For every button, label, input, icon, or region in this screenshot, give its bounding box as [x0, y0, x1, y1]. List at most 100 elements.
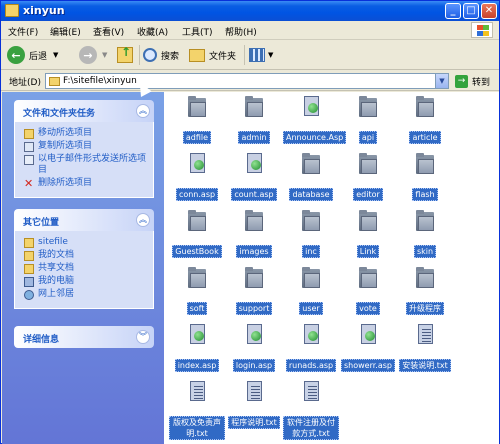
file-item[interactable]: 软件注册及付款方式.txt	[283, 381, 339, 440]
folder-item[interactable]: images	[226, 210, 282, 258]
file-item[interactable]: conn.asp	[169, 153, 225, 201]
menu-bar: 文件(F) 编辑(E) 查看(V) 收藏(A) 工具(T) 帮助(H)	[1, 21, 499, 40]
folder-item[interactable]: database	[283, 153, 339, 201]
folder-icon	[301, 267, 321, 289]
menu-view[interactable]: 查看(V)	[93, 25, 124, 38]
file-view[interactable]: adfile admin Announce.Asp api article conn.as…	[164, 92, 499, 444]
place-label: 我的电脑	[38, 276, 75, 286]
place-network[interactable]: 网上邻居	[24, 289, 153, 300]
file-item[interactable]: 版权及免责声明.txt	[169, 381, 225, 440]
file-item[interactable]: runads.asp	[283, 324, 339, 372]
file-item[interactable]: showerr.asp	[340, 324, 396, 372]
other-places-body: sitefile 我的文档 共享文档 我的电脑 网上邻居	[14, 231, 154, 309]
file-name-label: GuestBook	[172, 245, 222, 258]
file-item[interactable]: count.asp	[226, 153, 282, 201]
folder-item[interactable]: user	[283, 267, 339, 315]
file-name-label: inc	[302, 245, 320, 258]
folder-icon	[5, 4, 19, 17]
search-button[interactable]: 搜索	[143, 44, 179, 66]
folder-item[interactable]: inc	[283, 210, 339, 258]
file-item[interactable]: Announce.Asp	[283, 96, 347, 144]
folder-icon	[358, 153, 378, 175]
back-button[interactable]: ← 后退 ▼	[7, 44, 58, 66]
file-name-label: article	[409, 131, 441, 144]
folder-icon	[358, 96, 378, 118]
folder-item[interactable]: skin	[397, 210, 453, 258]
chevron-down-icon: ▼	[102, 51, 108, 59]
folder-icon	[187, 267, 207, 289]
place-sitefile[interactable]: sitefile	[24, 237, 153, 248]
file-item[interactable]: 程序说明.txt	[226, 381, 282, 429]
task-delete[interactable]: ✕ 删除所选项目	[24, 178, 153, 189]
minimize-button[interactable]: _	[445, 3, 461, 19]
task-email[interactable]: 以电子邮件形式发送所选项目	[24, 154, 153, 176]
menu-file[interactable]: 文件(F)	[8, 25, 38, 38]
expand-icon[interactable]: ︾	[136, 330, 150, 344]
folder-icon	[244, 267, 264, 289]
file-item[interactable]: 安装说明.txt	[397, 324, 453, 372]
file-name-label: images	[236, 245, 272, 258]
address-input[interactable]: F:\sitefile\xinyun ▼	[45, 73, 449, 89]
delete-icon: ✕	[24, 177, 34, 190]
task-copy[interactable]: 复制所选项目	[24, 141, 153, 152]
collapse-icon[interactable]: ︽	[136, 104, 150, 118]
folder-item[interactable]: article	[397, 96, 453, 144]
place-shared-documents[interactable]: 共享文档	[24, 263, 153, 274]
views-button[interactable]: ▼	[249, 44, 273, 66]
toolbar: ← 后退 ▼ → ▼ ↑ 搜索 文件夹 ▼	[1, 40, 499, 70]
folder-item[interactable]: editor	[340, 153, 396, 201]
forward-button[interactable]: → ▼	[79, 44, 107, 66]
details-header[interactable]: 详细信息 ︾	[14, 326, 154, 348]
other-places-header[interactable]: 其它位置 ︽	[14, 209, 154, 231]
folder-icon	[358, 210, 378, 232]
folder-item[interactable]: support	[226, 267, 282, 315]
folder-icon	[24, 238, 34, 248]
folders-button[interactable]: 文件夹	[189, 44, 236, 66]
menu-edit[interactable]: 编辑(E)	[50, 25, 81, 38]
menu-favorites[interactable]: 收藏(A)	[137, 25, 168, 38]
chevron-down-icon: ▼	[53, 51, 59, 59]
file-item[interactable]: index.asp	[169, 324, 225, 372]
window-title: xinyun	[23, 4, 65, 17]
folder-icon	[415, 267, 435, 289]
close-button[interactable]: ✕	[481, 3, 497, 19]
task-move[interactable]: 移动所选项目	[24, 128, 153, 139]
file-name-label: count.asp	[231, 188, 277, 201]
forward-arrow-icon: →	[79, 46, 97, 64]
folder-item[interactable]: api	[340, 96, 396, 144]
file-item[interactable]: login.asp	[226, 324, 282, 372]
file-name-label: vote	[356, 302, 380, 315]
place-my-computer[interactable]: 我的电脑	[24, 276, 153, 287]
place-my-documents[interactable]: 我的文档	[24, 250, 153, 261]
folder-item[interactable]: flash	[397, 153, 453, 201]
menu-tools[interactable]: 工具(T)	[182, 25, 213, 38]
file-name-label: runads.asp	[285, 359, 337, 372]
back-label: 后退	[29, 51, 48, 62]
file-tasks-header[interactable]: 文件和文件夹任务 ︽	[14, 100, 154, 122]
folder-item[interactable]: 升级程序	[397, 267, 453, 315]
folder-icon	[187, 210, 207, 232]
folder-icon	[187, 96, 207, 118]
folder-item[interactable]: admin	[226, 96, 282, 144]
folders-label: 文件夹	[209, 51, 237, 62]
task-label: 删除所选项目	[38, 178, 93, 188]
folder-icon	[415, 210, 435, 232]
collapse-icon[interactable]: ︽	[136, 213, 150, 227]
address-dropdown-button[interactable]: ▼	[435, 74, 448, 88]
title-bar[interactable]: xinyun _ □ ✕	[1, 1, 499, 21]
go-button[interactable]: → 转到	[455, 73, 490, 89]
my-computer-icon	[24, 277, 34, 287]
folder-item[interactable]: GuestBook	[169, 210, 225, 258]
up-folder-button[interactable]: ↑	[117, 44, 133, 66]
folder-item[interactable]: soft	[169, 267, 225, 315]
maximize-button[interactable]: □	[463, 3, 479, 19]
folder-item[interactable]: vote	[340, 267, 396, 315]
asp-file-icon	[244, 324, 264, 346]
file-name-label: index.asp	[174, 359, 220, 372]
move-icon	[24, 129, 34, 139]
folders-icon	[189, 48, 205, 62]
my-documents-icon	[24, 251, 34, 261]
folder-item[interactable]: Link	[340, 210, 396, 258]
menu-help[interactable]: 帮助(H)	[225, 25, 257, 38]
folder-item[interactable]: adfile	[169, 96, 225, 144]
